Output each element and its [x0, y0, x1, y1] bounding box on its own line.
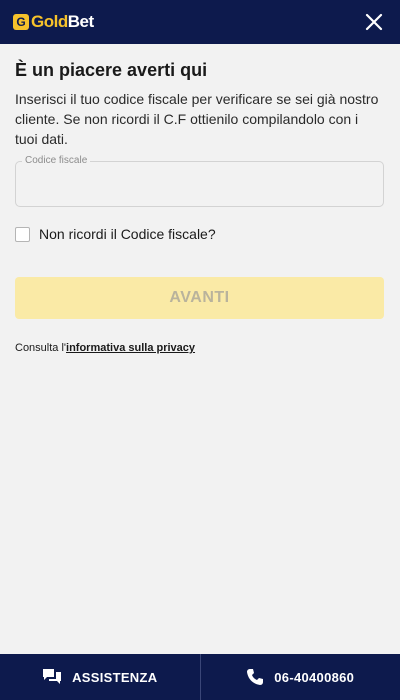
chat-icon: [43, 669, 62, 684]
privacy-prefix: Consulta l': [15, 342, 67, 354]
assistenza-button[interactable]: ASSISTENZA: [0, 654, 201, 700]
close-icon: [365, 13, 383, 31]
privacy-notice: Consulta l'informativa sulla privacy: [15, 342, 195, 354]
phone-button[interactable]: 06-40400860: [201, 654, 400, 700]
forgot-codice-label[interactable]: Non ricordi il Codice fiscale?: [39, 226, 216, 242]
avanti-button[interactable]: AVANTI: [15, 277, 384, 319]
codice-fiscale-field[interactable]: Codice fiscale: [15, 155, 384, 207]
logo-badge: G: [13, 14, 29, 30]
forgot-codice-row[interactable]: Non ricordi il Codice fiscale?: [15, 226, 216, 242]
footer-bar: ASSISTENZA 06-40400860: [0, 654, 400, 700]
logo-gold-text: Gold: [31, 12, 68, 31]
page-title: È un piacere averti qui: [15, 60, 208, 80]
main-content: È un piacere averti qui Inserisci il tuo…: [15, 58, 385, 149]
goldbet-logo[interactable]: G GoldBet: [13, 12, 94, 32]
forgot-codice-checkbox[interactable]: [15, 226, 30, 242]
close-button[interactable]: [362, 10, 386, 34]
privacy-link[interactable]: informativa sulla privacy: [66, 342, 195, 354]
phone-number-label: 06-40400860: [274, 669, 355, 685]
header-bar: G GoldBet: [0, 0, 400, 44]
codice-fiscale-input[interactable]: [26, 162, 370, 204]
codice-fiscale-label: Codice fiscale: [22, 155, 91, 167]
logo-wordmark: GoldBet: [31, 12, 94, 32]
logo-bet-text: Bet: [67, 12, 94, 31]
assistenza-label: ASSISTENZA: [72, 669, 158, 685]
page-description: Inserisci il tuo codice fiscale per veri…: [15, 91, 379, 147]
phone-icon: [247, 669, 264, 685]
